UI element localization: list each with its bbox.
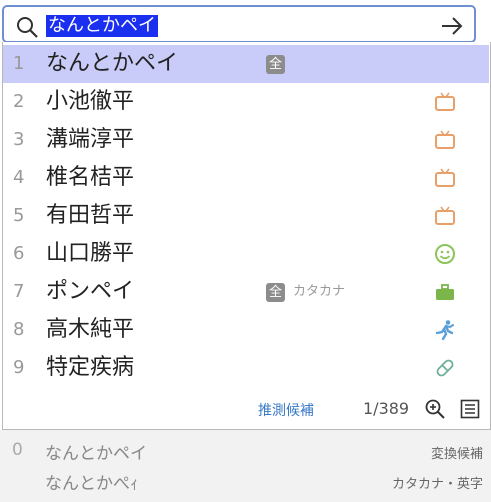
candidate-word: 高木純平: [46, 317, 135, 342]
tv-icon: [435, 92, 455, 111]
candidate-note: カタカナ: [293, 284, 346, 299]
search-bar[interactable]: なんとかペイ: [2, 5, 476, 43]
candidate-word: 溝端淳平: [46, 127, 135, 152]
candidate-number: 4: [13, 167, 25, 188]
candidate-number: 7: [13, 281, 25, 302]
candidate-item[interactable]: 4 椎名桔平: [3, 159, 489, 197]
tv-icon: [435, 130, 455, 149]
zoom-in-icon[interactable]: [424, 398, 446, 420]
tv-icon: [435, 206, 455, 225]
candidate-item[interactable]: 9 特定疾病: [3, 349, 489, 387]
arrow-right-icon[interactable]: [440, 16, 464, 36]
conversion-candidate[interactable]: なんとかペイ: [45, 439, 147, 464]
candidate-item[interactable]: 3 溝端淳平: [3, 121, 489, 159]
candidate-number: 1: [13, 53, 25, 74]
candidate-word: 山口勝平: [46, 241, 135, 266]
candidate-word: 小池徹平: [46, 89, 135, 114]
candidate-item[interactable]: 7 ポンペイ 全 カタカナ: [3, 273, 489, 311]
conversion-type-label: 変換候補: [430, 447, 483, 462]
conversion-number: 0: [12, 440, 23, 460]
tv-icon: [435, 168, 455, 187]
briefcase-icon: [436, 284, 454, 300]
candidate-item[interactable]: 6 山口勝平: [3, 235, 489, 273]
candidate-word: ポンペイ: [46, 279, 135, 304]
full-width-badge: 全: [266, 55, 285, 74]
candidate-page-count: 1/389: [363, 399, 410, 418]
candidate-number: 9: [13, 357, 25, 378]
conversion-type-label: カタカナ・英字: [391, 477, 483, 492]
candidate-word: 有田哲平: [46, 203, 135, 228]
candidate-number: 2: [13, 91, 25, 112]
candidate-item[interactable]: 8 高木純平: [3, 311, 489, 349]
candidate-item[interactable]: 1 なんとかペイ 全: [3, 45, 489, 83]
candidate-number: 3: [13, 129, 25, 150]
list-view-icon[interactable]: [460, 399, 480, 419]
candidate-dropdown: 1 なんとかペイ 全 2 小池徹平 3 溝端淳平 4 椎名桔平 5 有田哲平 6…: [2, 42, 491, 430]
candidate-word: なんとかペイ: [46, 51, 179, 76]
search-query[interactable]: なんとかペイ: [46, 15, 158, 37]
candidate-number: 6: [13, 243, 25, 264]
candidate-word: 椎名桔平: [46, 165, 135, 190]
candidate-item[interactable]: 2 小池徹平: [3, 83, 489, 121]
runner-icon: [435, 320, 454, 341]
candidate-word: 特定疾病: [46, 355, 135, 380]
search-icon: [17, 17, 38, 38]
full-width-badge: 全: [266, 283, 285, 302]
conversion-panel: 0 なんとかペイ なんとかぺｨ 変換候補 カタカナ・英字: [0, 430, 491, 502]
prediction-candidates-link[interactable]: 推測候補: [258, 400, 314, 420]
conversion-candidate[interactable]: なんとかぺｨ: [45, 469, 139, 494]
candidate-item[interactable]: 5 有田哲平: [3, 197, 489, 235]
candidate-number: 8: [13, 319, 25, 340]
candidate-number: 5: [13, 205, 25, 226]
smiley-icon: [435, 244, 455, 264]
pill-icon: [436, 359, 454, 377]
